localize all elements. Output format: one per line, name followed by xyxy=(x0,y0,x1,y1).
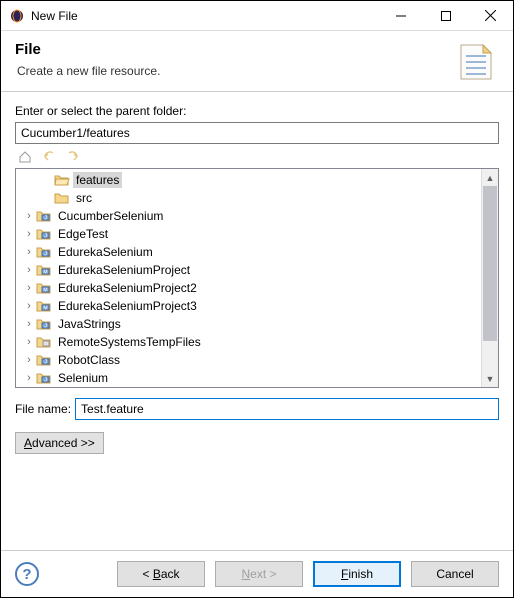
eclipse-icon xyxy=(9,8,25,24)
svg-text:J: J xyxy=(44,378,47,384)
dialog-footer: ? < Back Next > Finish Cancel xyxy=(1,550,513,597)
svg-text:J: J xyxy=(44,234,47,240)
project-m-icon: M xyxy=(36,280,52,296)
expand-icon xyxy=(40,173,54,187)
tree-item[interactable]: › J CucumberSelenium xyxy=(16,207,481,225)
tree-item-label: EdurekaSeleniumProject3 xyxy=(55,298,200,314)
forward-icon[interactable] xyxy=(63,148,83,166)
titlebar: New File xyxy=(1,1,513,31)
help-icon[interactable]: ? xyxy=(15,562,39,586)
project-icon: J xyxy=(36,316,52,332)
file-name-label: File name: xyxy=(15,402,71,416)
tree-item[interactable]: features xyxy=(16,171,481,189)
expand-icon[interactable]: › xyxy=(22,371,36,385)
expand-icon[interactable]: › xyxy=(22,263,36,277)
dialog-content: Enter or select the parent folder: featu… xyxy=(1,92,513,550)
tree-item[interactable]: › J EdurekaSelenium xyxy=(16,243,481,261)
tree-item[interactable]: › RemoteSystemsTempFiles xyxy=(16,333,481,351)
page-title: File xyxy=(15,41,455,58)
tree-item-label: JavaStrings xyxy=(55,316,124,332)
advanced-button[interactable]: AAdvanced >>dvanced >> xyxy=(15,432,104,454)
file-name-input[interactable] xyxy=(75,398,499,420)
project-icon: J xyxy=(36,370,52,386)
home-icon[interactable] xyxy=(15,148,35,166)
next-button: Next > xyxy=(215,561,303,587)
parent-folder-label: Enter or select the parent folder: xyxy=(15,104,499,118)
tree-item-label: EdurekaSelenium xyxy=(55,244,156,260)
svg-text:J: J xyxy=(44,324,47,330)
expand-icon[interactable]: › xyxy=(22,335,36,349)
nav-bar xyxy=(15,146,499,168)
tree-item-label: features xyxy=(73,172,122,188)
project-icon: J xyxy=(36,226,52,242)
tree-item-label: CucumberSelenium xyxy=(55,208,166,224)
project-icon: J xyxy=(36,244,52,260)
svg-text:M: M xyxy=(43,306,47,312)
scrollbar-vertical[interactable]: ▲ ▼ xyxy=(481,169,498,387)
close-button[interactable] xyxy=(468,1,513,30)
expand-icon xyxy=(40,191,54,205)
tree-item[interactable]: › M EdurekaSeleniumProject2 xyxy=(16,279,481,297)
expand-icon[interactable]: › xyxy=(22,209,36,223)
tree-item[interactable]: › M EdurekaSeleniumProject3 xyxy=(16,297,481,315)
tree-item-label: RobotClass xyxy=(55,352,123,368)
tree-item-label: Selenium xyxy=(55,370,111,386)
folder-tree: featuressrc›JCucumberSelenium›JEdgeTest›… xyxy=(15,168,499,388)
tree-item-label: EdurekaSeleniumProject2 xyxy=(55,280,200,296)
maximize-button[interactable] xyxy=(423,1,468,30)
project-m-icon: M xyxy=(36,298,52,314)
tree-item[interactable]: › J EdgeTest xyxy=(16,225,481,243)
back-icon[interactable] xyxy=(39,148,59,166)
expand-icon[interactable]: › xyxy=(22,245,36,259)
folder-open-icon xyxy=(54,172,70,188)
folder-icon xyxy=(54,190,70,206)
scroll-up-icon[interactable]: ▲ xyxy=(482,169,498,186)
tree-item[interactable]: › J JavaStrings xyxy=(16,315,481,333)
svg-text:M: M xyxy=(43,270,47,276)
expand-icon[interactable]: › xyxy=(22,353,36,367)
expand-icon[interactable]: › xyxy=(22,299,36,313)
window-title: New File xyxy=(31,9,378,23)
expand-icon[interactable]: › xyxy=(22,317,36,331)
tree-item[interactable]: › J RobotClass xyxy=(16,351,481,369)
tree-item[interactable]: src xyxy=(16,189,481,207)
tree-item-label: EdurekaSeleniumProject xyxy=(55,262,193,278)
file-header-icon xyxy=(455,41,495,81)
project-icon: J xyxy=(36,352,52,368)
parent-folder-input[interactable] xyxy=(15,122,499,144)
minimize-button[interactable] xyxy=(378,1,423,30)
tree-item-label: EdgeTest xyxy=(55,226,111,242)
dialog-header: File Create a new file resource. xyxy=(1,31,513,92)
tree-item[interactable]: › M EdurekaSeleniumProject xyxy=(16,261,481,279)
svg-text:J: J xyxy=(44,360,47,366)
scroll-down-icon[interactable]: ▼ xyxy=(482,370,498,387)
expand-icon[interactable]: › xyxy=(22,227,36,241)
project-g-icon xyxy=(36,334,52,350)
svg-text:J: J xyxy=(44,252,47,258)
svg-text:M: M xyxy=(43,288,47,294)
project-m-icon: M xyxy=(36,262,52,278)
expand-icon[interactable]: › xyxy=(22,281,36,295)
svg-text:J: J xyxy=(44,216,47,222)
finish-button[interactable]: Finish xyxy=(313,561,401,587)
project-icon: J xyxy=(36,208,52,224)
back-button[interactable]: < Back xyxy=(117,561,205,587)
tree-item-label: src xyxy=(73,190,95,206)
page-description: Create a new file resource. xyxy=(17,64,455,78)
tree-item[interactable]: › J Selenium xyxy=(16,369,481,387)
cancel-button[interactable]: Cancel xyxy=(411,561,499,587)
scroll-thumb[interactable] xyxy=(483,186,497,341)
tree-item-label: RemoteSystemsTempFiles xyxy=(55,334,204,350)
